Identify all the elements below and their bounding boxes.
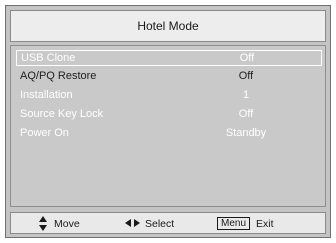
menu-list: USB Clone Off AQ/PQ Restore Off Installa… — [10, 45, 326, 207]
menu-item-installation[interactable]: Installation 1 — [16, 88, 322, 104]
menu-key-icon: Menu — [217, 217, 251, 230]
select-hint-label: Select — [145, 217, 175, 230]
dialog-title-text: Hotel Mode — [137, 19, 199, 33]
menu-item-source-key-lock[interactable]: Source Key Lock Off — [16, 107, 322, 123]
menu-item-aq-pq-restore[interactable]: AQ/PQ Restore Off — [16, 69, 322, 85]
menu-item-label: AQ/PQ Restore — [20, 70, 97, 82]
move-hint-label: Move — [54, 217, 80, 230]
exit-hint: Menu Exit — [217, 216, 274, 231]
footer-hint-bar: Move Select Menu Exit — [10, 212, 326, 234]
left-right-arrows-icon — [125, 219, 140, 228]
select-hint: Select — [125, 216, 174, 231]
dialog-title: Hotel Mode — [10, 10, 326, 42]
hotel-mode-dialog: Hotel Mode USB Clone Off AQ/PQ Restore O… — [5, 5, 331, 238]
menu-item-value: Off — [238, 70, 254, 82]
move-hint: Move — [39, 216, 80, 231]
menu-item-label: USB Clone — [21, 52, 76, 64]
menu-item-value: Standby — [225, 127, 267, 139]
exit-hint-label: Exit — [256, 217, 274, 230]
up-down-arrows-icon — [39, 216, 48, 231]
menu-item-value: Off — [239, 52, 255, 64]
menu-item-label: Source Key Lock — [20, 108, 104, 120]
menu-item-value: 1 — [242, 89, 250, 101]
menu-item-power-on[interactable]: Power On Standby — [16, 126, 322, 142]
menu-item-label: Installation — [20, 89, 73, 101]
menu-item-value: Off — [238, 108, 254, 120]
menu-item-usb-clone[interactable]: USB Clone Off — [16, 50, 322, 66]
menu-item-label: Power On — [20, 127, 69, 139]
